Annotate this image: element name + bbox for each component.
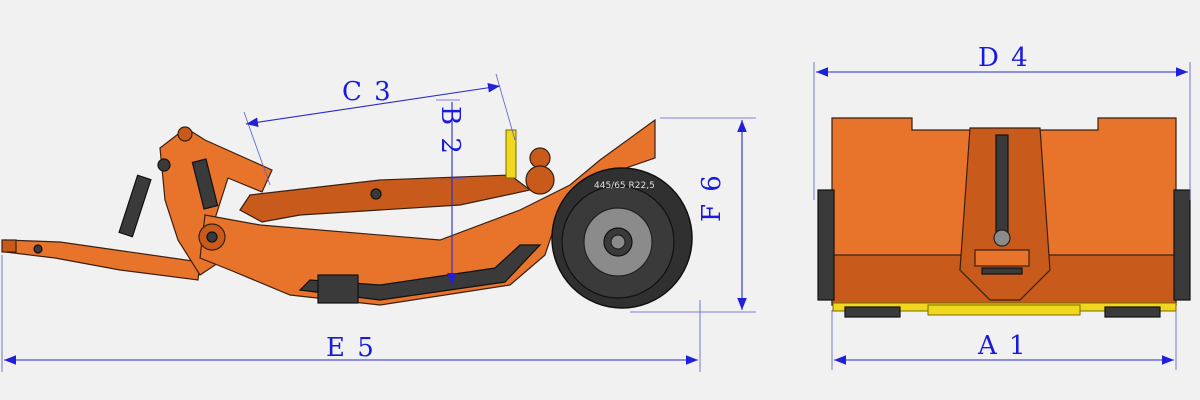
dimension-c-label: C 3 bbox=[342, 77, 393, 107]
tyre-size-label: 445/65 R22,5 bbox=[594, 181, 655, 191]
drawbar bbox=[1, 239, 201, 281]
dimension-b-label: B 2 bbox=[435, 106, 465, 156]
scraper-front-view bbox=[817, 117, 1191, 318]
hitch-frame bbox=[959, 127, 1051, 301]
scraper-side-view: 445/65 R22,5 bbox=[1, 118, 693, 309]
dimension-d-label: D 4 bbox=[978, 43, 1030, 73]
dimension-e-label: E 5 bbox=[326, 333, 376, 363]
rear-wheel: 445/65 R22,5 bbox=[551, 167, 693, 309]
dimension-f-label: F 6 bbox=[697, 173, 727, 222]
scraper-dimension-drawing: 445/65 R22,5 E 5 C 3 B 2 F 6 D 4 A 1 bbox=[1, 43, 1191, 372]
dimension-a-label: A 1 bbox=[977, 331, 1028, 361]
dimension-a: A 1 bbox=[831, 310, 1177, 370]
dimension-c: C 3 bbox=[243, 73, 516, 186]
